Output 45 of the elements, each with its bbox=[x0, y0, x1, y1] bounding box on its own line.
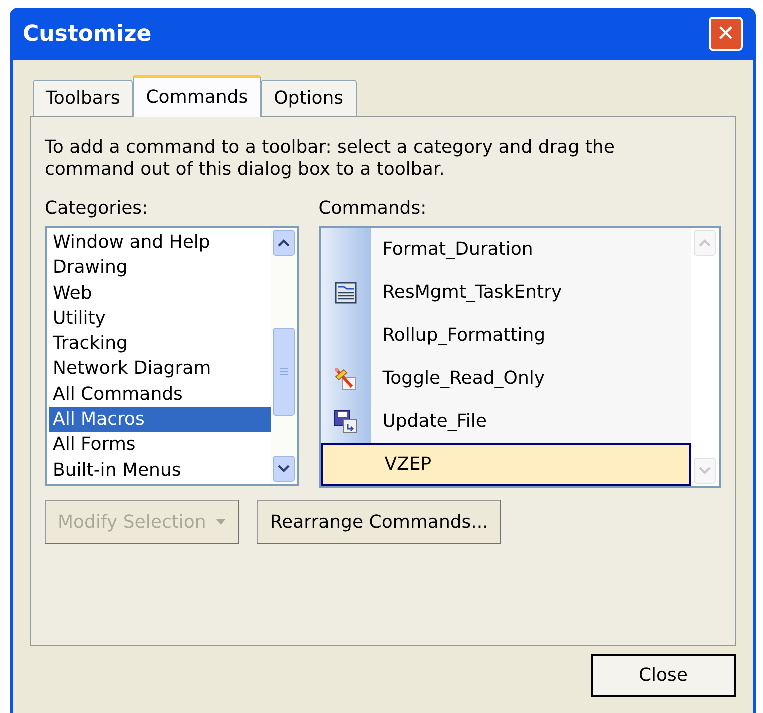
action-button[interactable]: Rearrange Commands... bbox=[257, 500, 502, 544]
category-item[interactable]: Web bbox=[49, 280, 271, 306]
form-icon bbox=[334, 282, 357, 304]
category-item[interactable]: All Macros bbox=[49, 407, 271, 432]
category-item[interactable]: Drawing bbox=[49, 255, 271, 281]
category-item[interactable]: All Forms bbox=[49, 432, 271, 458]
category-item[interactable]: All Commands bbox=[49, 382, 271, 408]
scroll-thumb[interactable] bbox=[272, 328, 295, 416]
command-label: Format_Duration bbox=[382, 238, 534, 262]
tab[interactable]: Toolbars bbox=[33, 80, 134, 116]
command-item[interactable]: ResMgmt_TaskEntry bbox=[320, 271, 691, 314]
command-item[interactable]: VZEP bbox=[320, 443, 691, 486]
window-title: Customize bbox=[23, 20, 152, 48]
category-item[interactable]: Network Diagram bbox=[49, 356, 271, 382]
command-item[interactable]: Update_File bbox=[320, 400, 691, 443]
category-item[interactable]: Tracking bbox=[49, 331, 271, 356]
instruction-text: To add a command to a toolbar: select a category and drag the command out of this dialog box to a toolbar. bbox=[45, 137, 616, 181]
scroll-up-button[interactable] bbox=[272, 230, 295, 256]
command-label: VZEP bbox=[384, 453, 432, 477]
command-item[interactable]: Toggle_Read_Only bbox=[320, 357, 691, 400]
command-label: ResMgmt_TaskEntry bbox=[382, 281, 562, 305]
command-item[interactable]: Format_Duration bbox=[320, 228, 691, 271]
chevron-down-icon bbox=[278, 465, 290, 473]
chevron-up-icon bbox=[699, 239, 711, 247]
tab[interactable]: Commands bbox=[133, 75, 262, 117]
categories-label: Categories: bbox=[45, 197, 150, 221]
scroll-down-button[interactable] bbox=[272, 456, 295, 482]
command-label: Rollup_Formatting bbox=[382, 324, 546, 348]
caret-icon bbox=[216, 519, 226, 525]
category-item[interactable]: Window and Help bbox=[49, 230, 271, 256]
commands-label: Commands: bbox=[318, 197, 428, 221]
chevron-up-icon bbox=[278, 239, 290, 247]
pencil-icon bbox=[334, 366, 358, 390]
close-dialog-button[interactable]: Close bbox=[591, 654, 736, 697]
grip-icon bbox=[280, 368, 288, 376]
chevron-down-icon bbox=[699, 467, 711, 475]
floppy-disk-icon bbox=[334, 410, 358, 434]
command-label: Toggle_Read_Only bbox=[382, 367, 546, 391]
category-item[interactable]: Built-in Menus bbox=[49, 458, 271, 483]
scrollbar[interactable] bbox=[270, 228, 297, 484]
command-item[interactable]: Rollup_Formatting bbox=[320, 314, 691, 357]
command-label: Update_File bbox=[382, 410, 487, 434]
close-button[interactable]: ✕ bbox=[709, 17, 743, 51]
tab[interactable]: Options bbox=[261, 80, 357, 116]
category-item[interactable]: Utility bbox=[49, 306, 271, 332]
